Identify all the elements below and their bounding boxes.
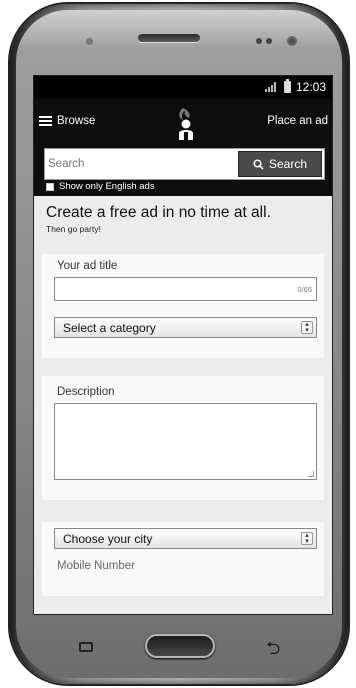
place-ad-link[interactable]: Place an ad <box>267 115 328 127</box>
back-key-icon[interactable]: ⮌ <box>266 636 280 666</box>
category-select-value: Select a category <box>63 321 156 335</box>
ad-title-card: Your ad title 0/65 Select a category ▴ ▾ <box>42 254 324 358</box>
category-select[interactable]: Select a category ▴ ▾ <box>54 317 317 338</box>
city-card: Choose your city ▴ ▾ Mobile Number <box>42 522 324 596</box>
person-logo-icon[interactable] <box>174 106 198 140</box>
description-card: Description <box>42 376 324 500</box>
front-camera-icon <box>287 36 297 46</box>
city-select[interactable]: Choose your city ▴ ▾ <box>54 528 317 549</box>
top-nav: Browse Place an ad <box>34 98 332 144</box>
browse-link[interactable]: Browse <box>57 115 95 127</box>
english-only-label: Show only English ads <box>59 181 155 192</box>
description-textarea[interactable] <box>54 403 317 480</box>
resize-handle-icon[interactable] <box>308 471 314 477</box>
phone-screen: 12:03 Browse Place an ad Search Show o <box>33 75 333 615</box>
status-bar: 12:03 <box>34 76 332 98</box>
ad-title-input[interactable]: 0/65 <box>54 277 317 301</box>
search-input[interactable] <box>48 151 236 177</box>
menu-icon[interactable] <box>39 116 52 126</box>
description-label: Description <box>57 386 115 398</box>
english-only-checkbox[interactable] <box>46 182 54 191</box>
signal-icon <box>264 82 279 92</box>
select-arrows-icon: ▴ ▾ <box>301 532 313 545</box>
home-button[interactable] <box>145 634 215 658</box>
hero-subtitle: Then go party! <box>46 224 101 234</box>
search-button[interactable]: Search <box>238 151 322 177</box>
status-time: 12:03 <box>295 80 326 94</box>
search-button-label: Search <box>268 157 308 171</box>
sensor-dot <box>256 38 262 44</box>
english-only-option[interactable]: Show only English ads <box>46 181 155 192</box>
city-select-value: Choose your city <box>63 532 153 546</box>
ad-title-counter: 0/65 <box>297 285 312 294</box>
proximity-sensor <box>86 38 93 45</box>
search-icon <box>253 158 264 170</box>
battery-icon <box>283 79 291 93</box>
earpiece-speaker <box>138 34 200 42</box>
search-bar: Search Show only English ads <box>34 144 332 196</box>
ad-title-label: Your ad title <box>57 260 118 272</box>
sensor-dot <box>266 38 272 44</box>
search-box: Search <box>44 148 325 180</box>
menu-key-icon[interactable] <box>79 642 93 652</box>
hero-section: Create a free ad in no time at all. Then… <box>34 196 332 254</box>
mobile-number-label: Mobile Number <box>57 560 135 572</box>
hero-title: Create a free ad in no time at all. <box>46 204 271 221</box>
select-arrows-icon: ▴ ▾ <box>301 321 313 334</box>
